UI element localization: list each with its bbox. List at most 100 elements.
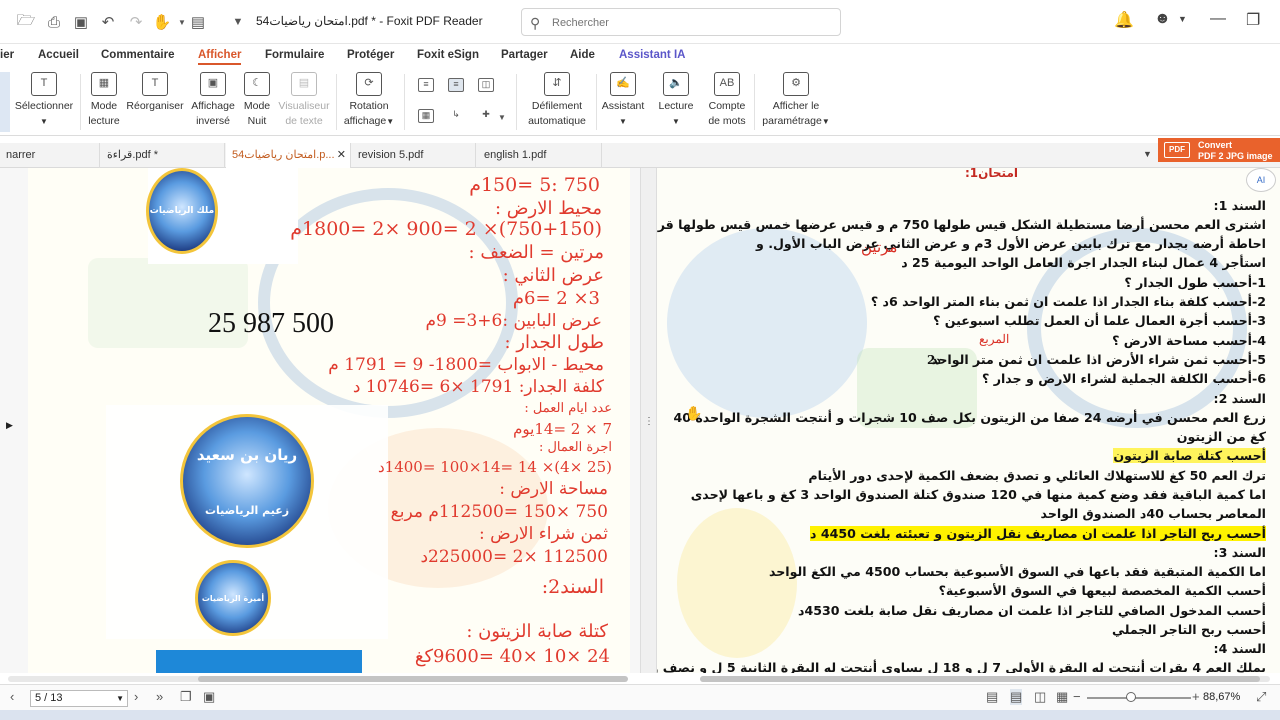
zoom-in-icon[interactable]: + <box>1192 689 1200 704</box>
auto-scroll-icon: ⇵ <box>544 72 570 96</box>
save-icon[interactable]: ▣ <box>71 12 91 32</box>
night-mode-button[interactable]: ☾ Mode Nuit <box>240 72 274 129</box>
ribbon-separator <box>336 74 337 130</box>
exam-line: السند 1: <box>1213 198 1266 213</box>
split-divider[interactable]: ⋮ <box>640 168 657 673</box>
zoom-level[interactable]: 88,67% <box>1203 691 1240 703</box>
tab-share[interactable]: Partager <box>501 49 548 61</box>
word-count-button[interactable]: AB Compte de mots <box>704 72 750 129</box>
cover-page-icon[interactable]: ▦ <box>418 109 434 123</box>
auto-scroll-button[interactable]: ⇵ Défilement automatique <box>524 72 590 129</box>
assistant-button[interactable]: ✍ Assistant ▼ <box>600 72 646 129</box>
single-page-view-icon[interactable]: ▤ <box>986 689 998 705</box>
reading-mode-label-2: lecture <box>88 115 120 127</box>
show-settings-button[interactable]: ⚙ Afficher le paramétrage▼ <box>758 72 834 129</box>
last-page-icon[interactable]: » <box>156 689 163 704</box>
right-document-pane[interactable]: امتحان1: السند 1: اشترى العم محسن أرضا م… <box>657 168 1280 673</box>
fullscreen-icon[interactable]: ⤢ <box>1256 689 1266 705</box>
zoom-out-icon[interactable]: − <box>1073 689 1081 704</box>
tab-file[interactable]: ier <box>0 49 14 61</box>
hand-tool-icon[interactable]: ✋ <box>152 12 172 32</box>
single-page-icon[interactable]: ≡ <box>418 78 434 92</box>
tab-help[interactable]: Aide <box>570 49 595 61</box>
close-tab-icon[interactable]: ✕ <box>337 143 346 168</box>
redo-icon[interactable]: ↷ <box>126 12 146 32</box>
tab-comment[interactable]: Commentaire <box>101 49 175 61</box>
handwritten-note: المربع <box>979 332 1010 346</box>
pdf-page-left: ملك الرياضيات 25 987 500 ريان بن سعيد زع… <box>28 168 630 673</box>
layout-chevron-icon[interactable]: ▼ <box>498 113 506 122</box>
dropdown-icon[interactable]: ▼ <box>228 12 248 32</box>
show-settings-chevron-icon: ▼ <box>821 117 830 126</box>
reading-mode-button[interactable]: ▦ Mode lecture <box>84 72 124 129</box>
user-icon[interactable]: ☻ <box>1154 10 1171 28</box>
bell-icon[interactable]: 🔔 <box>1114 10 1134 30</box>
tabs-overflow-chevron-icon[interactable]: ▼ <box>1143 149 1152 159</box>
next-page-icon[interactable]: › <box>134 689 138 704</box>
split-view-icon[interactable]: ↳ <box>448 109 464 123</box>
word-count-icon: AB <box>714 72 740 96</box>
scroll-thumb[interactable] <box>198 676 628 682</box>
undo-icon[interactable]: ↶ <box>98 12 118 32</box>
continuous-facing-view-icon[interactable]: ▦ <box>1056 689 1068 705</box>
facing-pages-icon[interactable]: ◫ <box>478 78 494 92</box>
assistant-chevron-icon: ▼ <box>619 117 627 126</box>
doc-tab[interactable]: قراءة.pdf * <box>101 143 225 168</box>
fit-page-icon[interactable]: ▣ <box>203 689 215 705</box>
minimize-icon[interactable]: — <box>1210 10 1226 28</box>
page-chevron-icon[interactable]: ▼ <box>116 691 124 706</box>
drag-handle-icon[interactable]: ⋮ <box>644 416 654 427</box>
show-settings-label-1: Afficher le <box>772 100 820 112</box>
text-viewer-button[interactable]: ▤ Visualiseur de texte <box>276 72 332 129</box>
ribbon-separator <box>516 74 517 130</box>
print-icon[interactable]: ⎙ <box>44 12 64 32</box>
inverse-display-label-2: inversé <box>196 115 230 127</box>
continuous-view-icon[interactable]: ▤ <box>1010 689 1023 705</box>
doc-tab[interactable]: revision 5.pdf <box>352 143 476 168</box>
customize-icon[interactable]: ▤ <box>188 12 208 32</box>
exam-line: 1-أحسب طول الجدار ؟ <box>1124 275 1266 290</box>
scroll-thumb[interactable] <box>700 676 1260 682</box>
search-box[interactable]: ⚲ <box>521 8 841 36</box>
user-menu-chevron-icon[interactable]: ▼ <box>1178 14 1187 24</box>
tab-protect[interactable]: Protéger <box>347 49 394 61</box>
left-panel-toggle-icon[interactable]: ▶ <box>6 420 13 431</box>
inverse-display-button[interactable]: ▣ Affichage inversé <box>187 72 239 129</box>
tab-form[interactable]: Formulaire <box>265 49 324 61</box>
search-input[interactable] <box>552 13 832 33</box>
facing-view-icon[interactable]: ◫ <box>1034 689 1046 705</box>
handwritten-note: مرتين <box>861 238 898 256</box>
select-button[interactable]: T Sélectionner ▼ <box>14 72 74 129</box>
tab-esign[interactable]: Foxit eSign <box>417 49 479 61</box>
layout-options-icon[interactable]: ✚ <box>478 109 494 123</box>
page-number-field[interactable]: 5 / 13 ▼ <box>30 690 128 707</box>
left-horizontal-scrollbar[interactable] <box>8 676 628 682</box>
convert-banner[interactable]: PDF Convert PDF 2 JPG image <box>1158 138 1280 162</box>
exam-line: 4-أحسب مساحة الارض ؟ <box>1112 333 1266 348</box>
exam-line: استأجر 4 عمال لبناء الجدار اجرة العامل ا… <box>901 255 1266 270</box>
rotate-view-button[interactable]: ⟳ Rotation affichage▼ <box>340 72 398 129</box>
copy-page-icon[interactable]: ❐ <box>180 689 192 705</box>
solution-line: 7 × 2 =14يوم <box>513 420 612 438</box>
zoom-slider[interactable] <box>1087 692 1191 702</box>
left-document-pane[interactable]: ▶ ملك الرياضيات 25 987 500 ريان بن سعيد … <box>0 168 640 673</box>
reorganize-button[interactable]: T Réorganiser <box>125 72 185 114</box>
tab-view[interactable]: Afficher <box>198 49 242 65</box>
zoom-slider-thumb[interactable] <box>1125 692 1136 702</box>
exam-line-highlighted: أحسب كتلة صابة الزيتون <box>1113 448 1266 463</box>
doc-tab[interactable]: narrer <box>0 143 100 168</box>
doc-tab[interactable]: english 1.pdf <box>478 143 602 168</box>
restore-icon[interactable]: ❐ <box>1246 10 1260 30</box>
doc-tab-active[interactable]: امتحان رياضيات54.p... ✕ <box>226 143 351 168</box>
tab-ai-assistant[interactable]: Assistant IA <box>619 49 685 61</box>
previous-page-icon[interactable]: ‹ <box>10 689 14 704</box>
ai-assistant-float-icon[interactable]: AI <box>1246 168 1276 192</box>
doc-tab-label: قراءة.pdf * <box>107 149 159 161</box>
tab-home[interactable]: Accueil <box>38 49 79 61</box>
read-aloud-button[interactable]: 🔈 Lecture ▼ <box>654 72 698 129</box>
exam-line: اما الكمية المتبقية فقد باعها في السوق ا… <box>768 564 1266 579</box>
open-folder-icon[interactable]: 🗁 <box>16 12 36 32</box>
text-viewer-icon: ▤ <box>291 72 317 96</box>
right-horizontal-scrollbar[interactable] <box>700 676 1270 682</box>
continuous-page-icon[interactable]: ≡ <box>448 78 464 92</box>
